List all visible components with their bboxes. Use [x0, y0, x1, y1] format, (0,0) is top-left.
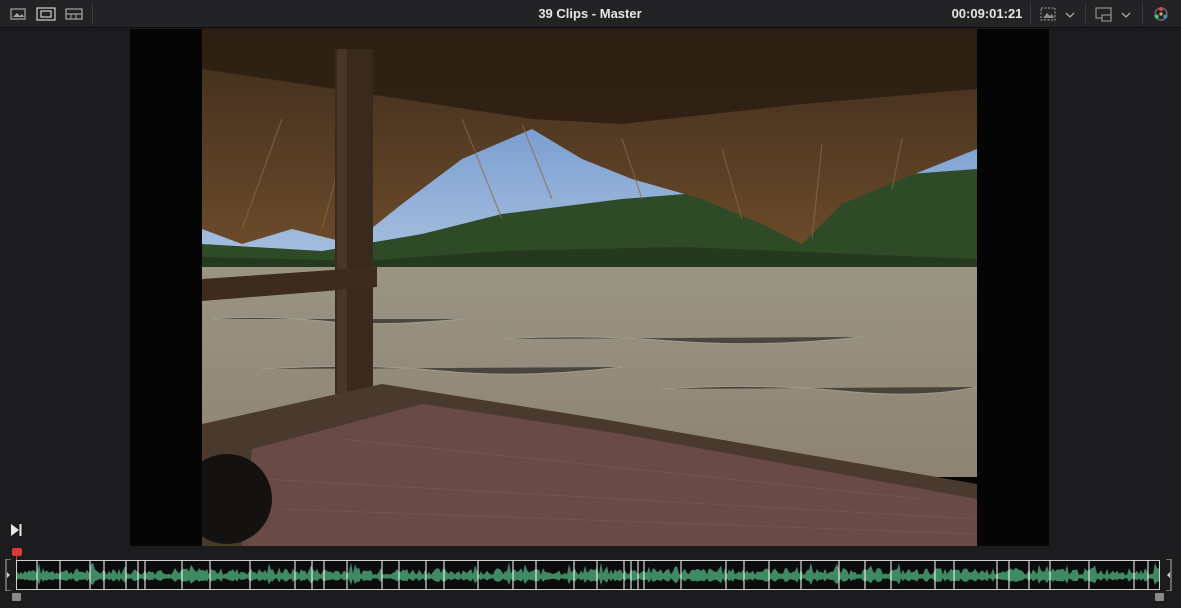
chevron-down-icon[interactable]	[1064, 8, 1076, 20]
playhead[interactable]	[12, 548, 22, 556]
video-frame	[202, 29, 977, 546]
layout-icon[interactable]	[1094, 5, 1114, 23]
color-wheel-icon[interactable]	[1152, 5, 1172, 23]
toolbar-divider	[1085, 3, 1086, 25]
waveform-shape	[17, 562, 1159, 586]
audio-waveform	[17, 561, 1159, 589]
top-toolbar: 39 Clips - Master 00:09:01:21	[0, 0, 1181, 28]
split-view-icon[interactable]	[64, 5, 84, 23]
viewer-mode-icon[interactable]	[1038, 5, 1058, 23]
trim-handle-left[interactable]	[4, 558, 12, 592]
playhead-line	[16, 556, 17, 560]
filmstrip-view-icon[interactable]	[35, 5, 56, 23]
toolbar-divider	[1030, 3, 1031, 25]
toolbar-divider	[92, 3, 93, 25]
range-end-marker[interactable]	[1155, 593, 1164, 601]
play-to-end-icon[interactable]	[8, 522, 24, 538]
chevron-down-icon[interactable]	[1120, 8, 1132, 20]
toolbar-divider	[1142, 3, 1143, 25]
audio-waveform-track[interactable]	[16, 560, 1160, 590]
timecode-display: 00:09:01:21	[951, 6, 1023, 21]
page-title: 39 Clips - Master	[538, 6, 642, 21]
video-viewer[interactable]	[130, 29, 1049, 546]
range-start-marker[interactable]	[12, 593, 21, 601]
trim-handle-right[interactable]	[1165, 558, 1173, 592]
image-view-icon[interactable]	[8, 5, 28, 23]
